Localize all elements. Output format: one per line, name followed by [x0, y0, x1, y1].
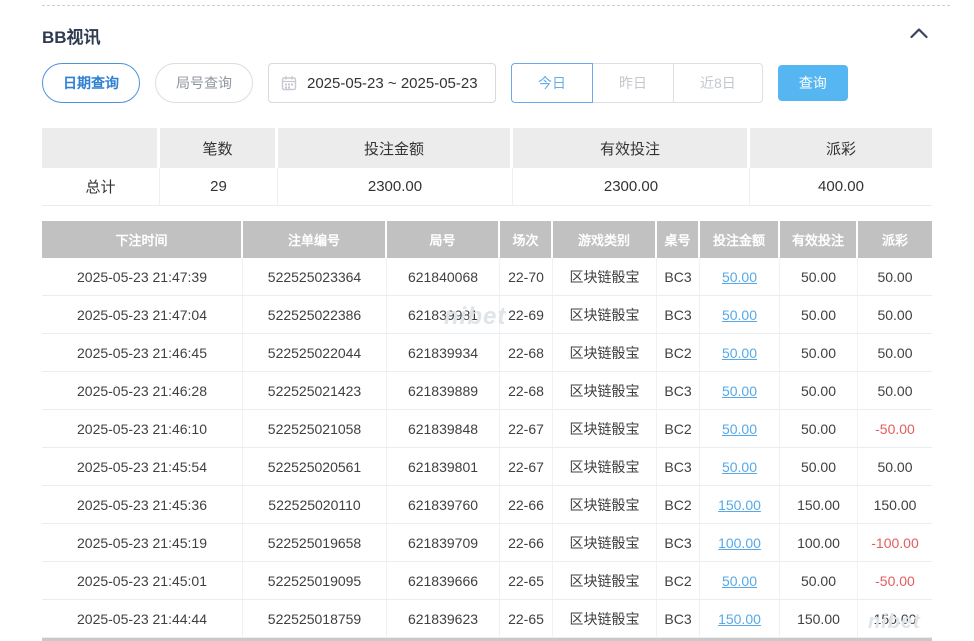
col-table-number: 桌号 — [657, 221, 700, 258]
bet-records-table: 下注时间 注单编号 局号 场次 游戏类别 桌号 投注金额 有效投注 派彩 202… — [42, 221, 932, 638]
filter-toolbar: 日期查询 局号查询 2025-05-23 ~ 2025-05-23 今日 — [42, 63, 932, 103]
bet-amount-link[interactable]: 50.00 — [722, 345, 757, 361]
col-valid-bet: 有效投注 — [780, 221, 858, 258]
table-row: 2025-05-23 21:45:01522525019095621839666… — [42, 562, 932, 600]
table-row: 2025-05-23 21:47:04522525022386621839981… — [42, 296, 932, 334]
col-game-type: 游戏类别 — [553, 221, 657, 258]
bet-amount-link[interactable]: 50.00 — [722, 307, 757, 323]
summary-total-row: 总计 29 2300.00 2300.00 400.00 — [42, 168, 932, 206]
table-header-row: 下注时间 注单编号 局号 场次 游戏类别 桌号 投注金额 有效投注 派彩 — [42, 221, 932, 258]
col-round-number: 局号 — [387, 221, 500, 258]
date-query-tab[interactable]: 日期查询 — [42, 63, 140, 103]
collapse-panel-button[interactable] — [906, 24, 932, 46]
summary-col-blank — [42, 128, 160, 168]
calendar-icon — [281, 75, 297, 91]
summary-table: 笔数 投注金额 有效投注 派彩 总计 29 2300.00 2300.00 40… — [42, 128, 932, 206]
table-row: 2025-05-23 21:45:54522525020561621839801… — [42, 448, 932, 486]
date-range-input[interactable]: 2025-05-23 ~ 2025-05-23 — [268, 63, 496, 103]
bet-amount-link[interactable]: 100.00 — [718, 535, 761, 551]
table-row: 2025-05-23 21:46:10522525021058621839848… — [42, 410, 932, 448]
summary-col-payout: 派彩 — [750, 128, 932, 168]
bet-amount-link[interactable]: 50.00 — [722, 573, 757, 589]
bet-amount-link[interactable]: 150.00 — [718, 611, 761, 627]
summary-total-payout: 400.00 — [750, 168, 932, 206]
summary-col-valid-bet: 有效投注 — [513, 128, 750, 168]
page-title: BB视讯 — [42, 23, 101, 48]
table-row: 2025-05-23 21:44:44522525018759621839623… — [42, 600, 932, 638]
quick-range-group: 今日 昨日 近8日 — [511, 63, 763, 103]
quick-range-yesterday[interactable]: 昨日 — [592, 63, 674, 103]
summary-total-label: 总计 — [42, 168, 160, 206]
table-row: 2025-05-23 21:45:36522525020110621839760… — [42, 486, 932, 524]
summary-col-count: 笔数 — [160, 128, 278, 168]
summary-total-bet-amount: 2300.00 — [278, 168, 513, 206]
quick-range-today[interactable]: 今日 — [511, 63, 593, 103]
col-session: 场次 — [500, 221, 553, 258]
col-bet-time: 下注时间 — [42, 221, 243, 258]
bet-amount-link[interactable]: 50.00 — [722, 269, 757, 285]
bet-amount-link[interactable]: 50.00 — [722, 421, 757, 437]
table-row: 2025-05-23 21:46:28522525021423621839889… — [42, 372, 932, 410]
round-query-tab[interactable]: 局号查询 — [155, 63, 253, 103]
chevron-up-icon — [910, 26, 928, 43]
summary-header-row: 笔数 投注金额 有效投注 派彩 — [42, 128, 932, 168]
date-range-value: 2025-05-23 ~ 2025-05-23 — [307, 75, 478, 92]
bet-records-panel: BB视讯 日期查询 局号查询 — [0, 5, 974, 641]
table-row: 2025-05-23 21:45:19522525019658621839709… — [42, 524, 932, 562]
col-bet-amount: 投注金额 — [700, 221, 780, 258]
bet-amount-link[interactable]: 50.00 — [722, 383, 757, 399]
summary-total-valid-bet: 2300.00 — [513, 168, 750, 206]
quick-range-last8days[interactable]: 近8日 — [673, 63, 763, 103]
col-payout: 派彩 — [858, 221, 932, 258]
top-dashed-divider — [42, 5, 950, 6]
table-row: 2025-05-23 21:46:45522525022044621839934… — [42, 334, 932, 372]
table-row: 2025-05-23 21:47:39522525023364621840068… — [42, 258, 932, 296]
bet-amount-link[interactable]: 50.00 — [722, 459, 757, 475]
summary-total-count: 29 — [160, 168, 278, 206]
search-button[interactable]: 查询 — [778, 65, 848, 101]
summary-col-bet-amount: 投注金额 — [278, 128, 513, 168]
bet-amount-link[interactable]: 150.00 — [718, 497, 761, 513]
col-order-number: 注单编号 — [243, 221, 387, 258]
